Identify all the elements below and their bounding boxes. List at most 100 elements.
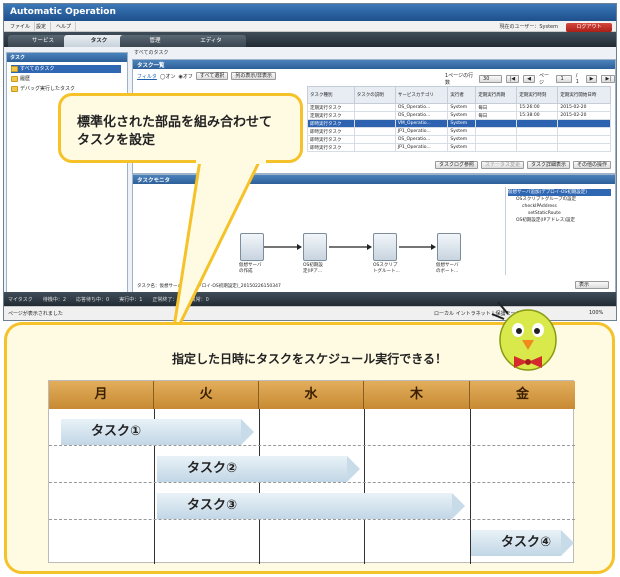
cell-user: System: [447, 127, 477, 136]
sidebar-item-history[interactable]: 履歴: [11, 75, 30, 83]
filter-off-label: オフ: [182, 73, 193, 80]
task-bar-2: タスク②: [157, 456, 360, 482]
zoom-level[interactable]: 100%: [589, 310, 603, 316]
count-running[interactable]: 実行中：1: [119, 296, 142, 303]
cell-user: System: [447, 111, 477, 120]
table-row[interactable]: 即時実行タスク JP1_Operatio... System: [307, 143, 611, 152]
filter-off-radio[interactable]: ◉オフ: [179, 73, 193, 80]
column-header[interactable]: 定期実行時刻: [516, 86, 559, 104]
cell-user: System: [447, 119, 477, 128]
flow-node-os-script[interactable]: [373, 233, 397, 261]
task-bar-1: タスク①: [61, 419, 254, 445]
tab-editor[interactable]: エディタ: [176, 35, 246, 47]
column-header[interactable]: 定期実行周期: [475, 86, 518, 104]
page-input[interactable]: 1: [556, 75, 572, 83]
weekly-schedule: 月 火 水 木 金 タスク① タスク② タスク③ タスク④: [48, 380, 575, 564]
flow-node-label: 仮想サーバ のボート...: [436, 263, 459, 274]
cell-desc: [353, 135, 396, 144]
cell-start: [557, 143, 611, 152]
tree-item[interactable]: OS初期設定(IPアドレス)設定: [508, 217, 611, 224]
flow-node-vm-port[interactable]: [437, 233, 461, 261]
cell-user: System: [447, 103, 477, 112]
prev-page-icon[interactable]: ◀: [523, 75, 535, 83]
day-header-thu: 木: [364, 381, 470, 409]
other-actions-button[interactable]: その他の操作: [572, 161, 611, 169]
display-button[interactable]: 表示: [575, 281, 609, 289]
column-header[interactable]: 定期実行開始日時: [557, 86, 611, 104]
next-page-icon[interactable]: ▶: [585, 75, 598, 83]
task-log-button[interactable]: タスクログ参照: [434, 161, 478, 169]
filter-on-label: オン: [165, 73, 176, 80]
table-row[interactable]: 即時実行タスク OS_Operatio... System: [307, 135, 611, 144]
column-header[interactable]: 実行者: [447, 86, 477, 104]
status-change-button[interactable]: ステータス変更: [480, 161, 524, 169]
count-waiting[interactable]: 待機中：2: [43, 296, 66, 303]
select-all-button[interactable]: すべて選択: [195, 72, 229, 80]
tree-item-root[interactable]: 仮想サーバ追加(デプロイ-OS初期設定): [508, 189, 611, 196]
table-row[interactable]: 即時実行タスク JP1_Operatio... System: [307, 127, 611, 136]
task-bar-3: タスク③: [157, 493, 465, 519]
cell-start: [557, 127, 611, 136]
cell-category: OS_Operatio...: [394, 111, 449, 120]
menu-help[interactable]: ヘルプ: [52, 22, 77, 31]
first-page-icon[interactable]: |◀: [505, 75, 520, 83]
per-page-label: 1ページの行数: [445, 73, 474, 86]
day-header-wed: 水: [259, 381, 364, 409]
tree-item[interactable]: checkIPAddress: [508, 203, 611, 210]
menu-file[interactable]: ファイル: [6, 22, 36, 31]
sidebar-item-all-tasks[interactable]: すべてのタスク: [11, 65, 121, 73]
filter-on-radio[interactable]: ◯オン: [160, 73, 176, 80]
cell-time: 15:26:00: [516, 103, 559, 112]
cell-category: OS_Operatio...: [394, 103, 449, 112]
filter-label: フィルタ: [137, 73, 157, 80]
sidebar-item-label: すべてのタスク: [20, 66, 55, 72]
count-response-wait[interactable]: 応答待ち中：0: [76, 296, 109, 303]
main-tabs: サービス タスク 管理 エディタ: [4, 32, 616, 47]
logout-button[interactable]: ログアウト: [566, 23, 612, 32]
column-header[interactable]: サービスカテゴリ: [394, 86, 449, 104]
per-page-select[interactable]: 30: [479, 75, 502, 83]
bird-mascot-icon: [491, 301, 557, 371]
cell-category: VM_Operatio...: [394, 119, 449, 128]
task-sidebar: タスク すべてのタスク 履歴 デバッグ実行したタスク: [6, 52, 128, 302]
cell-type: 即時実行タスク: [307, 127, 355, 136]
window-title: Automatic Operation: [4, 4, 616, 21]
column-header[interactable]: タスクの説明: [353, 86, 396, 104]
table-header: タスク種別 タスクの説明 サービスカテゴリ 実行者 定期実行周期 定期実行時刻 …: [307, 86, 611, 104]
cell-desc: [353, 119, 396, 128]
cell-desc: [353, 103, 396, 112]
cell-desc: [353, 127, 396, 136]
status-text: ページが表示されました: [8, 311, 63, 317]
folder-icon: [11, 76, 18, 82]
task-detail-button[interactable]: タスク詳細表示: [526, 161, 570, 169]
flow-node-os-init[interactable]: [303, 233, 327, 261]
task-bar-4: タスク④: [471, 530, 574, 556]
sidebar-item-label: 履歴: [20, 76, 31, 82]
flow-node-label: OS初期設 定(IPア...: [303, 263, 323, 274]
callout-text: 標準化された部品を組み合わせて タスクを設定: [77, 115, 273, 148]
folder-icon: [11, 86, 18, 92]
cell-start: [557, 119, 611, 128]
cell-type: 定期実行タスク: [307, 111, 355, 120]
page-total: / 1: [575, 73, 579, 85]
sidebar-item-debug-tasks[interactable]: デバッグ実行したタスク: [11, 85, 75, 93]
cell-user: System: [447, 135, 477, 144]
menu-settings[interactable]: 設定: [32, 22, 52, 31]
table-row-selected[interactable]: 即時実行タスク VM_Operatio... System: [307, 119, 611, 128]
column-header[interactable]: タスク種別: [307, 86, 355, 104]
day-header-fri: 金: [470, 381, 575, 409]
last-page-icon[interactable]: ▶|: [601, 75, 615, 83]
cell-type: 即時実行タスク: [307, 143, 355, 152]
cell-cycle: 毎日: [475, 103, 518, 112]
flow-node-label: OSスクリプ トグルート...: [373, 263, 400, 274]
day-header-tue: 火: [154, 381, 259, 409]
cell-cycle: [475, 127, 518, 136]
grid-line: [49, 519, 575, 520]
table-row[interactable]: 定期実行タスク OS_Operatio... System 毎日 15:26:0…: [307, 103, 611, 112]
task-list-footer: タスクログ参照 ステータス変更 タスク詳細表示 その他の操作: [434, 161, 611, 169]
tree-item[interactable]: setStaticRoute: [508, 210, 611, 217]
tree-item[interactable]: OSスクリプトグループの設定: [508, 196, 611, 203]
table-row[interactable]: 定期実行タスク OS_Operatio... System 毎日 15:38:0…: [307, 111, 611, 120]
columns-toggle-button[interactable]: 列の表示/非表示: [231, 72, 277, 80]
cell-user: System: [447, 143, 477, 152]
